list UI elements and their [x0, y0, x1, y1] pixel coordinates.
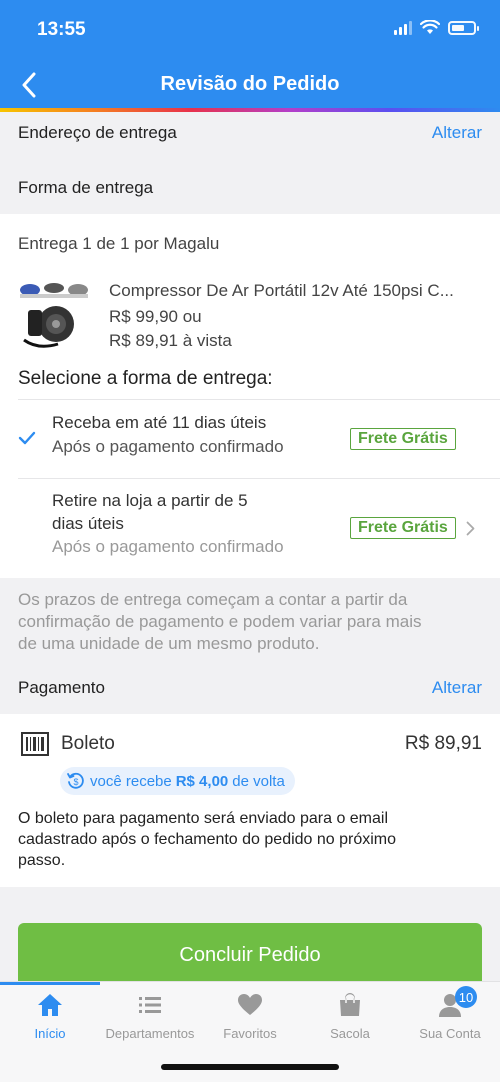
status-bar: 13:55	[0, 0, 500, 60]
cashback-value: R$ 4,00	[175, 772, 229, 790]
signal-icon	[394, 20, 412, 35]
change-payment-link[interactable]: Alterar	[432, 678, 482, 698]
option-subtitle: Após o pagamento confirmado	[52, 537, 284, 556]
product-price-cash: R$ 89,91 à vista	[109, 331, 232, 350]
tab-label: Sacola	[330, 1026, 370, 1041]
checkmark-icon	[18, 431, 36, 445]
shipment-header: Entrega 1 de 1 por Magalu	[18, 234, 219, 254]
delivery-option-pickup[interactable]: Retire na loja a partir de 5 dias úteis …	[0, 479, 500, 577]
notification-badge: 10	[455, 986, 477, 1008]
delivery-option-home[interactable]: Receba em até 11 dias úteis Após o pagam…	[0, 400, 500, 478]
payment-label: Pagamento	[18, 678, 105, 697]
wifi-icon	[420, 20, 440, 34]
option-subtitle: Após o pagamento confirmado	[52, 437, 284, 456]
svg-text:$: $	[73, 777, 78, 787]
free-shipping-badge: Frete Grátis	[350, 428, 456, 450]
notice-line: Os prazos de entrega começam a contar a …	[18, 590, 408, 609]
address-label: Endereço de entrega	[18, 123, 177, 142]
nav-bar: Revisão do Pedido	[0, 60, 500, 108]
product-price-installment: R$ 99,90 ou	[109, 307, 202, 326]
home-icon	[38, 994, 62, 1016]
tab-label: Departamentos	[105, 1026, 195, 1041]
cashback-icon: $	[67, 772, 84, 789]
tab-home[interactable]: Início	[0, 992, 100, 1052]
status-icons	[394, 20, 479, 35]
option-title-line2: dias úteis	[52, 514, 124, 533]
boleto-info-line: passo.	[18, 852, 66, 869]
shipment-seller: por Magalu	[129, 234, 220, 253]
option-title-line1: Retire na loja a partir de 5	[52, 491, 248, 510]
tab-departments[interactable]: Departamentos	[100, 992, 200, 1052]
free-shipping-badge: Frete Grátis	[350, 517, 456, 539]
address-section: Endereço de entrega Alterar Forma de ent…	[0, 112, 500, 214]
conclude-order-button[interactable]: Concluir Pedido	[18, 923, 482, 987]
payment-amount: R$ 89,91	[404, 733, 482, 754]
tab-bag[interactable]: Sacola	[300, 992, 400, 1052]
chevron-right-icon	[466, 521, 475, 536]
boleto-info-line: cadastrado após o fechamento do pedido n…	[18, 831, 397, 848]
option-title: Receba em até 11 dias úteis	[52, 413, 267, 432]
shipping-method-label: Forma de entrega	[18, 178, 154, 197]
bag-icon	[340, 993, 360, 1016]
delivery-notice: Os prazos de entrega começam a contar a …	[18, 589, 422, 655]
notice-line: de uma unidade de um mesmo produto.	[18, 634, 320, 653]
product-name[interactable]: Compressor De Ar Portátil 12v Até 150psi…	[109, 281, 454, 301]
tab-label: Sua Conta	[419, 1026, 481, 1041]
barcode-icon	[21, 732, 49, 756]
boleto-info: O boleto para pagamento será enviado par…	[18, 808, 396, 871]
product-image[interactable]	[18, 280, 90, 352]
tab-label: Início	[34, 1026, 66, 1041]
shipment-count: Entrega 1 de 1	[18, 234, 130, 253]
heart-icon	[238, 994, 262, 1015]
select-delivery-title: Selecione a forma de entrega:	[18, 368, 273, 389]
list-icon	[139, 997, 161, 1013]
change-address-link[interactable]: Alterar	[432, 123, 482, 143]
tab-favorites[interactable]: Favoritos	[200, 992, 300, 1052]
status-time: 13:55	[37, 19, 86, 40]
notice-line: confirmação de pagamento e podem variar …	[18, 612, 422, 631]
tab-account[interactable]: 10 Sua Conta	[400, 986, 500, 1052]
home-indicator	[161, 1064, 339, 1070]
active-tab-indicator	[0, 982, 100, 985]
payment-method-name: Boleto	[61, 733, 115, 754]
battery-icon	[448, 20, 479, 35]
cashback-prefix: você recebe	[90, 772, 172, 790]
cashback-suffix: de volta	[232, 772, 285, 790]
app-header: 13:55 Revisão do Pedido	[0, 0, 500, 112]
cashback-pill: $ você recebe R$ 4,00 de volta	[60, 767, 295, 795]
boleto-info-line: O boleto para pagamento será enviado par…	[18, 810, 389, 827]
tab-label: Favoritos	[223, 1026, 277, 1041]
page-title: Revisão do Pedido	[160, 73, 340, 95]
